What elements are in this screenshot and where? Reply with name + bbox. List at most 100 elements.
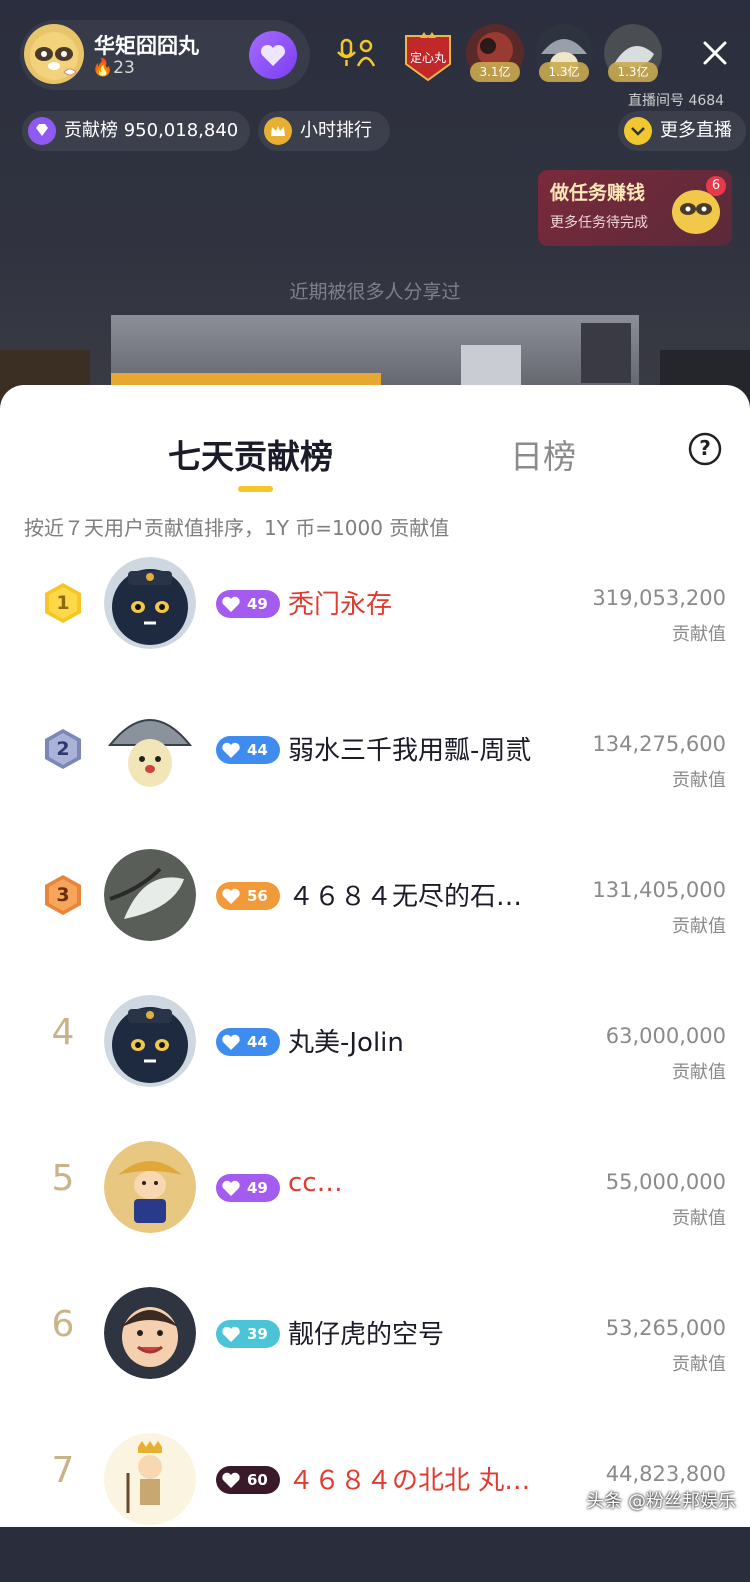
user-avatar[interactable] xyxy=(104,1141,196,1233)
user-avatar[interactable] xyxy=(104,1433,196,1525)
user-level-badge: 44 xyxy=(216,736,280,764)
viewer-tag-3: 1.3亿 xyxy=(608,62,658,82)
user-score: 44,823,800 xyxy=(605,1462,726,1486)
heart-shield-icon xyxy=(222,1326,240,1342)
user-name: 靓仔虎的空号 xyxy=(288,1320,445,1350)
viewer-tag-1: 3.1亿 xyxy=(470,62,520,82)
score-label: 贡献值 xyxy=(672,770,726,791)
score-label: 贡献值 xyxy=(672,916,726,937)
user-avatar[interactable] xyxy=(104,703,196,795)
score-label: 贡献值 xyxy=(672,1354,726,1375)
score-label: 贡献值 xyxy=(672,1208,726,1229)
rank-number: 2 xyxy=(56,738,70,760)
watermark: 头条 @粉丝邦娱乐 xyxy=(586,1491,736,1512)
task-subtitle: 更多任务待完成 xyxy=(550,215,648,231)
crown-icon xyxy=(264,117,292,145)
heart-shield-icon xyxy=(222,888,240,904)
heart-shield-icon xyxy=(222,1180,240,1196)
anchor-name: 华矩囧囧丸 xyxy=(94,34,199,58)
user-score: 55,000,000 xyxy=(605,1170,726,1194)
heart-shield-icon xyxy=(222,742,240,758)
tab-seven-day[interactable]: 七天贡献榜 xyxy=(168,430,333,478)
user-name: 秃门永存 xyxy=(288,590,393,620)
room-id: 直播间号 4684 xyxy=(628,93,725,109)
chevron-down-icon xyxy=(624,117,652,145)
contribution-rank-label: 贡献榜 950,018,840 xyxy=(64,120,239,141)
user-level: 44 xyxy=(247,1033,268,1051)
rank-medal-gold: 1 xyxy=(42,582,84,624)
user-score: 134,275,600 xyxy=(592,732,726,756)
rank-number: 3 xyxy=(56,884,70,906)
viewer-tag-2: 1.3亿 xyxy=(539,62,589,82)
help-button[interactable]: ? xyxy=(688,432,722,466)
share-tip: 近期被很多人分享过 xyxy=(289,281,461,303)
rank-row[interactable]: 3 56 ４６８４无尽的石… 131,405,000 贡献值 xyxy=(0,849,750,998)
help-mark: ? xyxy=(699,436,711,460)
badge-dingxinwan[interactable]: 定心丸 xyxy=(402,30,454,82)
rank-number: 1 xyxy=(56,592,70,614)
user-name: ４６８４无尽的石… xyxy=(288,882,523,912)
user-score: 53,265,000 xyxy=(605,1316,726,1340)
rank-number: 4 xyxy=(51,1012,75,1053)
user-name: cc… xyxy=(288,1168,343,1198)
anchor-avatar[interactable] xyxy=(24,24,84,84)
user-level: 49 xyxy=(247,1179,268,1197)
user-level-badge: 44 xyxy=(216,1028,280,1056)
user-score: 319,053,200 xyxy=(592,586,726,610)
badge-label: 定心丸 xyxy=(409,51,446,65)
task-count-badge: 6 xyxy=(706,176,726,196)
close-button[interactable] xyxy=(700,38,730,68)
rank-number: 5 xyxy=(51,1158,75,1199)
score-label: 贡献值 xyxy=(672,624,726,645)
rank-row[interactable]: 5 49 cc… 55,000,000 贡献值 xyxy=(0,1141,750,1290)
tab-active-indicator xyxy=(238,486,273,492)
heart-icon xyxy=(260,44,286,66)
rank-row[interactable]: 1 49 秃门永存 319,053,200 贡献值 xyxy=(0,557,750,706)
user-level: 60 xyxy=(247,1471,268,1489)
contribution-rank-sheet: 七天贡献榜 日榜 ? 按近７天用户贡献值排序，1Y 币=1000 贡献值 1 4… xyxy=(0,385,750,1527)
user-level: 44 xyxy=(247,741,268,759)
task-title: 做任务赚钱 xyxy=(550,182,646,204)
user-level-badge: 56 xyxy=(216,882,280,910)
score-label: 贡献值 xyxy=(672,1062,726,1083)
user-avatar[interactable] xyxy=(104,1287,196,1379)
user-score: 131,405,000 xyxy=(592,878,726,902)
more-live-label: 更多直播 xyxy=(660,120,732,141)
rank-row[interactable]: 6 39 靓仔虎的空号 53,265,000 贡献值 xyxy=(0,1287,750,1436)
hourly-rank-pill[interactable]: 小时排行 xyxy=(258,111,390,151)
follow-heart-button[interactable] xyxy=(249,31,297,79)
user-score: 63,000,000 xyxy=(605,1024,726,1048)
mic-user-icon xyxy=(337,38,376,67)
rank-number: 7 xyxy=(51,1450,75,1491)
user-level-badge: 60 xyxy=(216,1466,280,1494)
heart-shield-icon xyxy=(222,596,240,612)
user-avatar[interactable] xyxy=(104,995,196,1087)
heart-shield-icon xyxy=(222,1034,240,1050)
rank-row[interactable]: 2 44 弱水三千我用瓢-周贰 134,275,600 贡献值 xyxy=(0,703,750,852)
anchor-fans-count: 23 xyxy=(113,58,135,78)
contribution-rank-pill[interactable]: 贡献榜 950,018,840 xyxy=(22,111,250,151)
mic-link-button[interactable] xyxy=(330,34,380,74)
user-name: 弱水三千我用瓢-周贰 xyxy=(288,736,532,766)
user-avatar[interactable] xyxy=(104,849,196,941)
user-avatar[interactable] xyxy=(104,557,196,649)
user-level-badge: 49 xyxy=(216,1174,280,1202)
tab-day-rank[interactable]: 日榜 xyxy=(510,430,576,478)
user-level: 56 xyxy=(247,887,268,905)
rank-description: 按近７天用户贡献值排序，1Y 币=1000 贡献值 xyxy=(24,516,450,540)
diamond-icon xyxy=(28,117,56,145)
more-live-pill[interactable]: 更多直播 xyxy=(618,111,746,151)
user-level: 39 xyxy=(247,1325,268,1343)
anchor-fans: 🔥23 xyxy=(92,58,135,78)
rank-medal-bronze: 3 xyxy=(42,874,84,916)
rank-row[interactable]: 4 44 丸美-Jolin 63,000,000 贡献值 xyxy=(0,995,750,1144)
heart-shield-icon xyxy=(222,1472,240,1488)
user-name: 丸美-Jolin xyxy=(288,1028,404,1058)
user-level: 49 xyxy=(247,595,268,613)
user-level-badge: 39 xyxy=(216,1320,280,1348)
hourly-rank-label: 小时排行 xyxy=(300,120,372,141)
flame-icon: 🔥 xyxy=(92,58,114,78)
close-icon xyxy=(703,41,727,65)
rank-number: 6 xyxy=(51,1304,75,1345)
task-card[interactable]: 做任务赚钱 更多任务待完成 6 xyxy=(538,170,732,246)
